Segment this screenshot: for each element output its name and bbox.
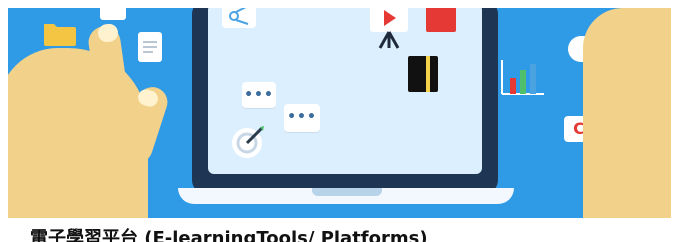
chat-bubble-icon: •••: [242, 82, 276, 108]
chat-bubble-icon: •••: [284, 104, 320, 132]
document-icon: [138, 32, 162, 62]
document-icon: [100, 8, 126, 20]
illustration-banner: ••• ••• C: [8, 8, 671, 218]
video-play-icon: [370, 8, 408, 52]
right-hand: [583, 8, 671, 218]
black-notebook-icon: [408, 56, 438, 92]
folder-icon: [42, 18, 76, 46]
target-icon: [230, 126, 264, 160]
laptop-notch: [312, 188, 382, 196]
bar-chart-icon: [498, 58, 546, 98]
image-frame: ••• ••• C 電子學習平台 (E-learningTools/ Platf…: [0, 0, 679, 242]
caption: 電子學習平台 (E-learningTools/ Platforms): [30, 228, 428, 242]
scissors-icon: [222, 8, 256, 28]
red-book-icon: [426, 8, 456, 32]
